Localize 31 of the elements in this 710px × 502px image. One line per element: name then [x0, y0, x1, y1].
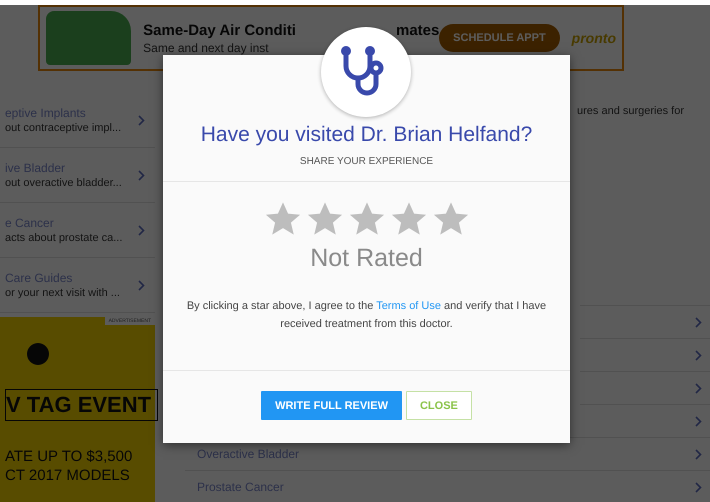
chevron-icon — [138, 170, 145, 180]
item-subtitle: out contraceptive impl... — [5, 122, 122, 134]
item-subtitle: acts about prostate ca... — [5, 232, 122, 244]
close-button[interactable]: CLOSE — [406, 391, 472, 420]
ad-text: ATE UP TO $3,500 — [5, 447, 134, 466]
ad-headline: V TAG EVENT — [5, 389, 158, 421]
consent-text: By clicking a star above, I agree to the Terms of Use and verify that I have received treatment from this doctor. — [186, 299, 548, 332]
ad-logo: pronto — [572, 30, 616, 46]
ad-title: mates — [396, 22, 440, 38]
tag-hole-icon — [27, 343, 49, 365]
item-subtitle: or your next visit with ... — [5, 287, 120, 299]
body-text: ures and surgeries for — [577, 105, 684, 117]
schedule-button[interactable]: SCHEDULE APPT — [439, 24, 560, 52]
ad-text: CT 2017 MODELS — [5, 466, 131, 485]
rating-label: Not Rated — [310, 244, 423, 273]
item-subtitle: out overactive bladder... — [5, 177, 122, 189]
chevron-icon — [695, 316, 702, 328]
terms-link[interactable]: Terms of Use — [376, 300, 441, 312]
chevron-icon — [695, 416, 702, 426]
chevron-icon — [695, 448, 702, 460]
dialog-title: Have you visited Dr. Brian Helfand? — [200, 123, 532, 147]
chevron-icon — [695, 482, 702, 492]
dialog-subtitle: SHARE YOUR EXPERIENCE — [300, 156, 434, 167]
chevron-icon — [138, 224, 145, 236]
ad-subtitle: Same and next day inst — [143, 40, 270, 54]
write-review-button[interactable]: WRITE FULL REVIEW — [261, 391, 402, 420]
chevron-icon — [138, 114, 145, 126]
chevron-icon — [138, 280, 145, 290]
chevron-icon — [695, 350, 702, 360]
chevron-icon — [695, 382, 702, 394]
ad-title: Same-Day Air Conditi — [143, 22, 296, 38]
